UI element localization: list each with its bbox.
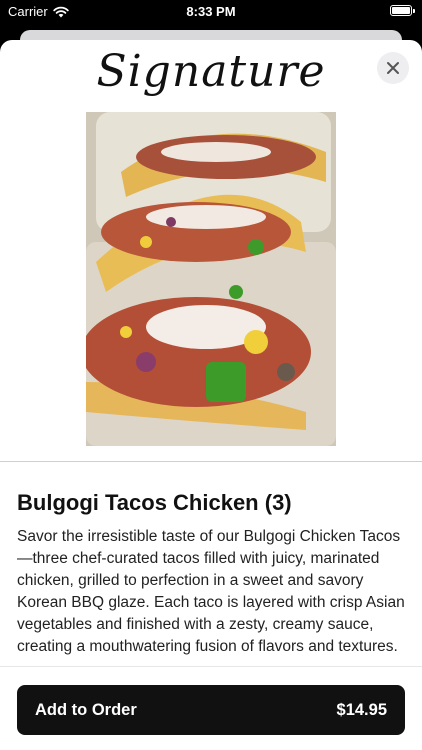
item-description: Savor the irresistible taste of our Bulg…: [17, 528, 405, 655]
tacos-image: [86, 112, 336, 446]
add-to-order-button[interactable]: Add to Order $14.95: [17, 685, 405, 735]
close-button[interactable]: [377, 52, 409, 84]
item-title: Bulgogi Tacos Chicken (3): [17, 490, 292, 515]
price-label: $14.95: [336, 700, 387, 719]
battery-icon: [390, 5, 415, 16]
status-bar: Carrier 8:33 PM: [0, 0, 422, 24]
divider: [0, 461, 422, 462]
status-time: 8:33 PM: [186, 4, 236, 19]
add-to-order-label: Add to Order: [35, 700, 137, 719]
brand-logo: Signature: [96, 46, 326, 97]
item-photo: [86, 112, 336, 446]
close-icon: [387, 62, 399, 74]
bottom-bar: Add to Order $14.95: [0, 666, 422, 750]
item-detail-sheet: Signature Bulgogi Tacos Chicken (3) Savo…: [0, 40, 422, 750]
